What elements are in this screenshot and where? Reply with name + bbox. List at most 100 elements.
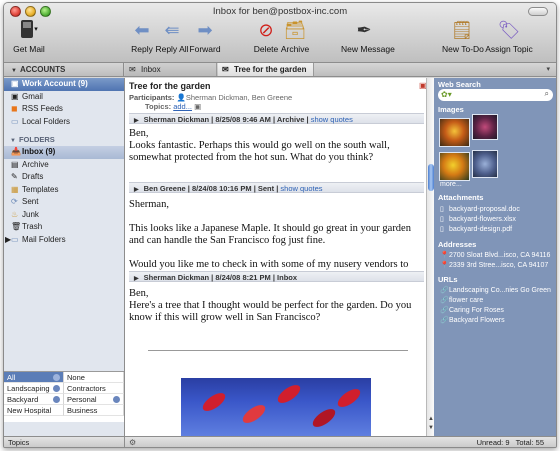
message-header-2[interactable]: ▶ Ben Greene | 8/24/08 10:16 PM | Sent | …	[129, 182, 424, 193]
maple-tree-photo[interactable]	[181, 378, 371, 436]
sidebar-item-label: Archive	[22, 159, 49, 169]
new-todo-button[interactable]: 🗒 New To-Do	[442, 19, 484, 54]
url-item[interactable]: 🔗Landscaping Co...nies Go Green	[440, 286, 551, 294]
sidebar-item-label: RSS Feeds	[22, 104, 63, 113]
accounts-section-header[interactable]: ▼ ACCOUNTS	[4, 63, 124, 76]
sidebar: ▣ Work Account (9) ▣ Gmail ◼ RSS Feeds ▭ Loc…	[4, 78, 125, 436]
reply-button[interactable]: ⬅ Reply	[128, 19, 156, 54]
attachment-item[interactable]: ▯ backyard-flowers.xlsx	[440, 215, 516, 223]
sidebar-item-gmail[interactable]: ▣ Gmail	[4, 91, 124, 104]
get-mail-button[interactable]: ▾ Get Mail	[8, 19, 50, 54]
message-body-1: Ben, Looks fantastic. Perhaps this would…	[129, 128, 419, 164]
add-topic-link[interactable]: add...	[173, 102, 192, 111]
tab-overflow-icon[interactable]: ▾	[546, 65, 550, 73]
image-thumbnail[interactable]	[439, 118, 470, 147]
leaf-shape	[274, 381, 304, 407]
topics-grid: All None Landscaping Contractors Backyar…	[4, 371, 124, 422]
assign-topic-button[interactable]: 🏷 Assign Topic	[484, 19, 534, 54]
topic-contractors[interactable]: Contractors	[64, 383, 124, 394]
inbox-tray-icon: 📥	[11, 147, 21, 156]
sidebar-item-local-folders[interactable]: ▭ Local Folders	[4, 116, 124, 129]
context-panel: Web Search ✿▾ ⌕ Images more... Attachmen…	[434, 78, 556, 436]
tab-message[interactable]: ✉ Tree for the garden	[218, 63, 314, 76]
folder-icon: ▭	[11, 116, 19, 126]
activity-icon[interactable]: ⚙	[129, 438, 136, 447]
sidebar-item-sent[interactable]: ⟳ Sent	[4, 196, 124, 209]
message-scrollbar[interactable]: ▲ ▼	[426, 78, 434, 436]
folders-section-header[interactable]: ▼ FOLDERS	[4, 133, 124, 146]
images-heading: Images	[438, 105, 464, 114]
collapse-triangle-icon[interactable]: ▶	[134, 276, 139, 282]
reply-all-button[interactable]: ⇚ Reply All	[155, 19, 189, 54]
sidebar-item-junk[interactable]: ♨ Junk	[4, 209, 124, 222]
topic-business[interactable]: Business	[64, 405, 124, 416]
topics-footer[interactable]: Topics	[4, 436, 125, 447]
sidebar-item-trash[interactable]: 🗑 Trash	[4, 221, 124, 234]
participants-row: Participants: 👤Sherman Dickman, Ben Gree…	[129, 93, 292, 102]
templates-icon: ▦	[11, 184, 19, 194]
get-mail-icon: ▾	[8, 19, 50, 41]
message-header-3[interactable]: ▶ Sherman Dickman | 8/24/08 8:21 PM | Inb…	[129, 271, 424, 282]
sidebar-item-templates[interactable]: ▦ Templates	[4, 184, 124, 197]
topic-new-hospital[interactable]: New Hospital	[4, 405, 64, 416]
tab-bar: ▼ ACCOUNTS ✉ Inbox ✉ Tree for the garden …	[4, 63, 556, 77]
spreadsheet-icon: ▯	[440, 216, 444, 223]
topic-landscaping[interactable]: Landscaping	[4, 383, 64, 394]
attachment-item[interactable]: ▯ backyard-design.pdf	[440, 225, 512, 233]
addresses-heading: Addresses	[438, 240, 477, 249]
forward-button[interactable]: ➡ Forward	[188, 19, 222, 54]
topic-label: New Hospital	[7, 406, 52, 415]
sidebar-item-label: Mail Folders	[22, 234, 66, 244]
sidebar-item-label: Trash	[22, 222, 43, 231]
sidebar-item-archive[interactable]: ▤ Archive	[4, 159, 124, 172]
inbox-tab-icon: ✉	[129, 65, 136, 74]
message-header-1[interactable]: ▶ Sherman Dickman | 8/25/08 9:46 AM | Arc…	[129, 113, 424, 124]
image-thumbnail[interactable]	[472, 114, 498, 140]
window-title: Inbox for ben@postbox-inc.com	[212, 6, 348, 17]
folder-icon: ▭	[11, 234, 19, 244]
sidebar-item-inbox[interactable]: 📥 Inbox (9)	[4, 146, 124, 159]
show-quotes-link[interactable]: show quotes	[311, 115, 353, 124]
topic-label: None	[67, 373, 85, 382]
topic-count-badge	[113, 396, 120, 403]
topic-count-badge	[53, 374, 60, 381]
sidebar-item-drafts[interactable]: ✎ Drafts	[4, 171, 124, 184]
topic-picker-icon[interactable]: ▣	[194, 102, 201, 111]
topic-personal[interactable]: Personal	[64, 394, 124, 405]
collapse-triangle-icon[interactable]: ▶	[134, 187, 139, 193]
body-paragraph: Looks fantastic. Perhaps this would go w…	[129, 140, 390, 163]
url-item[interactable]: 🔗flower care	[440, 296, 483, 304]
web-search-input[interactable]: ✿▾ ⌕	[438, 89, 553, 101]
new-message-button[interactable]: ✒ New Message	[341, 19, 395, 54]
image-thumbnail[interactable]	[472, 150, 498, 178]
topic-none[interactable]: None	[64, 372, 124, 383]
topic-all[interactable]: All	[4, 372, 64, 383]
show-quotes-link[interactable]: show quotes	[280, 184, 322, 193]
toolbar-toggle-button[interactable]	[528, 7, 548, 16]
topics-row: Topics: add... ▣	[145, 102, 201, 111]
link-icon: 🔗	[440, 297, 449, 304]
topic-label: Personal	[67, 395, 97, 404]
sidebar-item-rss-feeds[interactable]: ◼ RSS Feeds	[4, 103, 124, 116]
tab-inbox[interactable]: ✉ Inbox	[125, 63, 217, 76]
envelope-tab-icon: ✉	[222, 65, 229, 74]
get-mail-label: Get Mail	[13, 44, 45, 54]
tab-inbox-label: Inbox	[141, 65, 161, 74]
image-thumbnail[interactable]	[439, 152, 470, 181]
address-item[interactable]: 📍2339 3rd Stree...isco, CA 94107	[440, 261, 548, 269]
delete-label: Delete	[253, 44, 279, 54]
delete-button[interactable]: ⊘ Delete	[252, 19, 280, 54]
reply-arrow-icon: ⬅	[134, 20, 150, 40]
participants-value[interactable]: Sherman Dickman, Ben Greene	[186, 93, 292, 102]
topic-backyard[interactable]: Backyard	[4, 394, 64, 405]
url-item[interactable]: 🔗Backyard Flowers	[440, 316, 505, 324]
notepad-icon: 🗒	[450, 20, 474, 40]
attachment-item[interactable]: ▯ backyard-proposal.doc	[440, 205, 520, 213]
url-item[interactable]: 🔗Caring For Roses	[440, 306, 504, 314]
collapse-triangle-icon[interactable]: ▶	[134, 118, 139, 124]
sidebar-item-mail-folders[interactable]: ▶ ▭ Mail Folders	[4, 234, 124, 247]
archive-button[interactable]: 🗃 Archive	[280, 19, 310, 54]
sidebar-item-work-account[interactable]: ▣ Work Account (9)	[4, 78, 124, 91]
address-item[interactable]: 📍2700 Sloat Blvd...isco, CA 94116	[440, 251, 550, 259]
more-images-link[interactable]: more...	[440, 181, 462, 188]
